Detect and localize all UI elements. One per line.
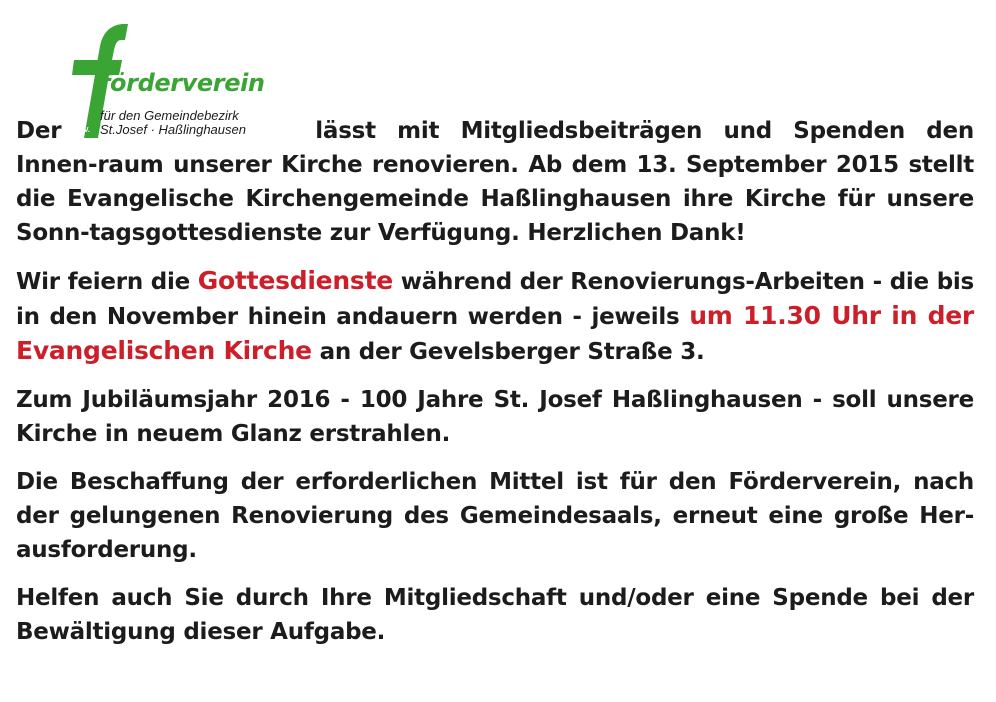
document-body: Der lässt mit Mitgliedsbeiträgen und Spen…	[16, 114, 974, 663]
logo-inline-slot	[61, 128, 315, 138]
paragraph-funding: Die Beschaffung der erforderlichen Mitte…	[16, 469, 974, 563]
services-highlight-gottesdienste: Gottesdienste	[197, 266, 393, 295]
paragraph-appeal: Helfen auch Sie durch Ihre Mitgliedschaf…	[16, 585, 974, 645]
paragraph-intro: Der lässt mit Mitgliedsbeiträgen und Spen…	[16, 114, 974, 250]
intro-lead: Der	[16, 118, 62, 144]
paragraph-jubilee: Zum Jubiläumsjahr 2016 - 100 Jahre St. J…	[16, 387, 974, 447]
paragraph-services: Wir feiern die Gottesdienste während der…	[16, 264, 974, 369]
logo-wordmark: förderverein	[100, 69, 265, 97]
services-tail: an der Gevelsberger Straße 3.	[319, 339, 705, 365]
services-lead: Wir feiern die	[16, 269, 190, 295]
